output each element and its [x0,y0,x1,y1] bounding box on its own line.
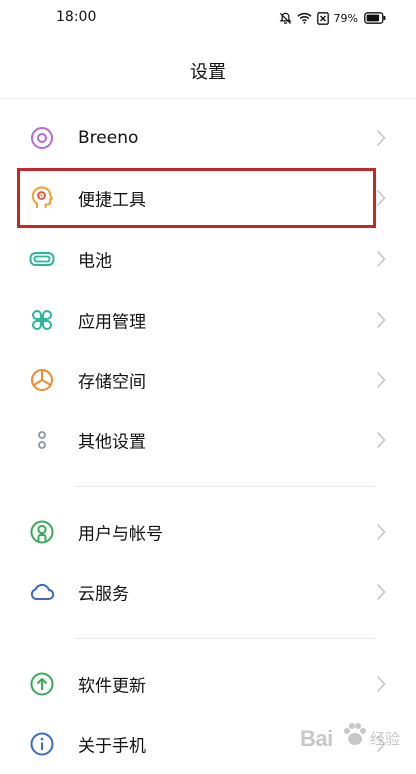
chevron-right-icon [376,250,386,268]
breeno-icon [29,125,55,151]
group-divider [75,638,375,639]
settings-item-app-management[interactable]: 应用管理 [0,290,416,350]
chevron-right-icon [376,311,386,329]
settings-item-label: 关于手机 [78,736,146,757]
settings-item-label: Breeno [78,128,139,148]
chevron-right-icon [376,523,386,541]
settings-item-label: 软件更新 [78,676,146,697]
settings-item-user-account[interactable]: 用户与帐号 [0,502,416,562]
battery-icon [29,246,55,272]
user-account-icon [29,519,55,545]
software-update-icon [29,671,55,697]
watermark-sub: 经验 [370,730,401,748]
app-management-icon [29,307,55,333]
storage-icon [29,367,55,393]
battery-percent: 79% [333,11,358,25]
highlight-box [17,168,376,228]
page-title: 设置 [190,62,226,83]
settings-item-software-update[interactable]: 软件更新 [0,654,416,714]
settings-item-cloud-service[interactable]: 云服务 [0,562,416,622]
settings-item-other-settings[interactable]: 其他设置 [0,410,416,470]
wifi-icon [296,12,312,24]
mute-bell-icon [279,12,292,25]
status-time: 18:00 [56,9,97,25]
settings-item-label: 用户与帐号 [78,524,163,545]
group-divider [75,486,375,487]
settings-item-label: 电池 [78,251,112,272]
settings-item-label: 存储空间 [78,372,146,393]
other-settings-icon [29,427,55,453]
chevron-right-icon [376,583,386,601]
chevron-right-icon [376,371,386,389]
baidu-watermark: Bai 经验 [300,716,412,764]
status-icons: 79% [279,10,386,26]
paw-icon [340,720,370,754]
title-divider [0,98,416,99]
settings-item-label: 云服务 [78,584,129,605]
status-bar: 18:00 79% [0,0,416,36]
settings-item-breeno[interactable]: Breeno [0,108,416,168]
chevron-right-icon [376,431,386,449]
chevron-right-icon [376,189,386,207]
cloud-icon [29,579,55,605]
battery-icon [364,12,386,24]
settings-item-label: 其他设置 [78,432,146,453]
sim-off-icon [316,11,329,25]
chevron-right-icon [376,675,386,693]
watermark-text: Bai [300,726,333,751]
chevron-right-icon [376,129,386,147]
settings-item-storage[interactable]: 存储空间 [0,350,416,410]
settings-item-label: 应用管理 [78,312,146,333]
settings-item-battery[interactable]: 电池 [0,229,416,289]
about-phone-icon [29,731,55,757]
